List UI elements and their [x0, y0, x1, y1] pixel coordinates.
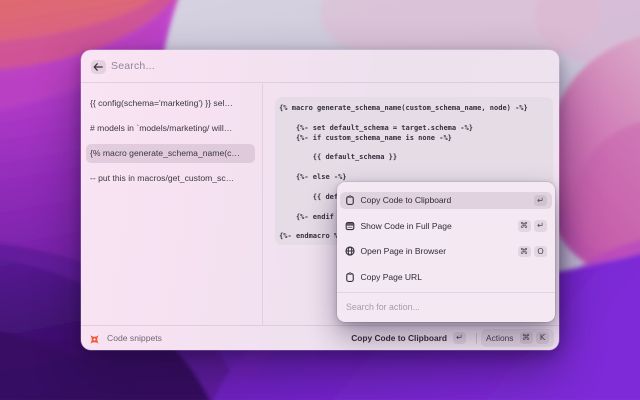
snippet-list: {{ config(schema='marketing') }} sel… # … — [81, 84, 263, 325]
screen: Search... {{ config(schema='marketing') … — [0, 0, 640, 400]
cmd-key-badge: ⌘ — [517, 220, 531, 232]
menu-item-open-browser[interactable]: Open Page in Browser ⌘ O — [340, 239, 552, 265]
menu-item-copy-code[interactable]: Copy Code to Clipboard ↵ — [340, 188, 552, 214]
k-key-badge: K — [536, 332, 549, 344]
list-item-selected[interactable]: {% macro generate_schema_name(c… — [86, 143, 255, 163]
app-window-icon — [345, 221, 355, 231]
footer-actions-area: Copy Code to Clipboard ↵ Actions ⌘ K — [351, 326, 554, 350]
search-header: Search... — [81, 50, 559, 83]
back-button[interactable] — [91, 59, 106, 74]
menu-item-copy-url[interactable]: Copy Page URL — [340, 264, 552, 290]
menu-row-inner: Copy Page URL — [340, 268, 552, 286]
o-key-badge: O — [534, 245, 547, 258]
globe-icon — [345, 246, 355, 257]
extension-name: Code snippets — [107, 333, 162, 343]
search-input[interactable]: Search... — [111, 50, 155, 83]
back-arrow-icon — [93, 62, 104, 71]
cmd-key-badge: ⌘ — [519, 332, 533, 344]
cmd-key-badge: ⌘ — [517, 245, 531, 258]
menu-item-label: Open Page in Browser — [360, 246, 447, 257]
dbt-logo-icon — [90, 335, 99, 344]
menu-item-label: Show Code in Full Page — [360, 220, 452, 231]
menu-item-label: Copy Page URL — [360, 272, 422, 283]
menu-item-label: Copy Code to Clipboard — [360, 195, 452, 206]
menu-row-inner: Show Code in Full Page ⌘ ↵ — [340, 217, 552, 235]
footer-divider — [476, 332, 478, 344]
menu-item-shortcuts: ↵ — [534, 194, 547, 207]
menu-row-inner: Open Page in Browser ⌘ O — [340, 243, 552, 261]
menu-row-inner: Copy Code to Clipboard ↵ — [340, 191, 552, 210]
menu-item-shortcuts: ⌘ ↵ — [517, 220, 547, 232]
menu-item-shortcuts: ⌘ O — [517, 245, 547, 258]
enter-key-badge: ↵ — [453, 332, 467, 344]
enter-key-badge: ↵ — [534, 220, 547, 232]
actions-button[interactable]: Actions ⌘ K — [481, 329, 554, 347]
actions-popup: Copy Code to Clipboard ↵ Show Code in Fu… — [337, 182, 555, 322]
clipboard-icon — [346, 195, 354, 206]
list-item[interactable]: {{ config(schema='marketing') }} sel… — [86, 94, 255, 113]
actions-label: Actions — [486, 333, 514, 343]
enter-key-badge: ↵ — [534, 194, 547, 207]
status-bar: Code snippets Copy Code to Clipboard ↵ A… — [81, 325, 559, 350]
list-item[interactable]: # models in `models/marketing/ will… — [86, 119, 255, 138]
list-item[interactable]: -- put this in macros/get_custom_sc… — [86, 169, 255, 188]
clipboard-icon — [346, 272, 354, 283]
action-search-input[interactable]: Search for action... — [346, 293, 420, 322]
primary-action-label[interactable]: Copy Code to Clipboard — [351, 333, 447, 343]
menu-item-show-code[interactable]: Show Code in Full Page ⌘ ↵ — [340, 213, 552, 239]
